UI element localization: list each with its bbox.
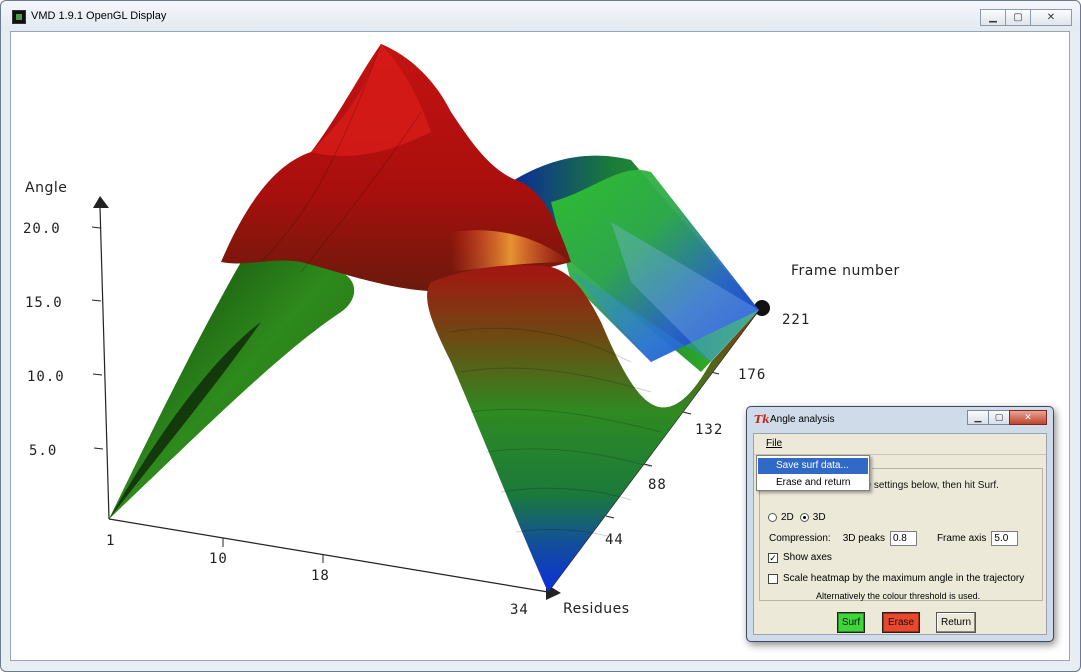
maximize-button[interactable]: ▢ xyxy=(1005,9,1031,26)
z-tick-label: 88 xyxy=(648,477,667,493)
vmd-window-controls: ▁ ▢ ✕ xyxy=(980,9,1072,26)
vmd-titlebar[interactable]: VMD 1.9.1 OpenGL Display ▁ ▢ ✕ xyxy=(1,1,1080,31)
surf-button[interactable]: Surf xyxy=(837,612,865,633)
peaks-label: 3D peaks xyxy=(842,533,885,544)
show-axes-label: Show axes xyxy=(783,552,832,563)
dialog-maximize-button[interactable]: ▢ xyxy=(988,410,1010,425)
radio-3d[interactable] xyxy=(799,513,809,522)
z-tick-label: 221 xyxy=(782,312,810,328)
maximize-icon: ▢ xyxy=(994,412,1004,423)
maximize-icon: ▢ xyxy=(1013,11,1023,23)
y-tick-label: 20.0 xyxy=(23,221,61,237)
mode-radio-row: 2D 3D xyxy=(768,512,826,523)
compression-label: Compression: xyxy=(769,533,831,544)
surface-mesh xyxy=(109,43,759,592)
minimize-icon: ▁ xyxy=(974,412,982,423)
vmd-app-icon xyxy=(12,10,26,24)
show-axes-row: ✓ Show axes xyxy=(768,552,832,563)
angle-analysis-dialog: Tk Angle analysis ▁ ▢ ✕ File s Please ch… xyxy=(746,406,1054,642)
scale-heatmap-checkbox[interactable] xyxy=(768,573,778,584)
y-axis-title: Angle xyxy=(25,180,67,196)
x-tick-label: 18 xyxy=(311,568,330,584)
dialog-title: Angle analysis xyxy=(770,414,835,425)
z-tick-label: 132 xyxy=(695,422,723,438)
radio-2d[interactable] xyxy=(768,513,777,522)
x-tick-label: 1 xyxy=(106,533,115,549)
dialog-window-controls: ▁ ▢ ✕ xyxy=(967,410,1047,425)
vmd-window-title: VMD 1.9.1 OpenGL Display xyxy=(31,10,167,22)
menu-item-save-surf-data[interactable]: Save surf data... xyxy=(758,458,868,474)
show-axes-checkbox[interactable]: ✓ xyxy=(768,552,778,563)
close-button[interactable]: ✕ xyxy=(1030,9,1072,26)
minimize-button[interactable]: ▁ xyxy=(980,9,1006,26)
scale-heatmap-label: Scale heatmap by the maximum angle in th… xyxy=(783,573,1025,584)
tk-feather-icon: Tk xyxy=(754,413,770,426)
y-axis-line xyxy=(99,206,110,520)
scale-heatmap-row: Scale heatmap by the maximum angle in th… xyxy=(768,573,1024,584)
dialog-close-button[interactable]: ✕ xyxy=(1009,410,1047,425)
threshold-note-row: Alternatively the colour threshold is us… xyxy=(816,591,980,601)
menu-item-erase-and-return[interactable]: Erase and return xyxy=(758,475,868,491)
return-button[interactable]: Return xyxy=(936,612,976,633)
z-tick-label: 44 xyxy=(605,532,624,548)
y-tick-label: 5.0 xyxy=(29,443,57,459)
frame-axis-input[interactable]: 5.0 xyxy=(991,531,1019,546)
z-tick-label: 176 xyxy=(738,367,766,383)
x-axis-title: Residues xyxy=(563,601,630,617)
x-tick-label: 10 xyxy=(209,551,228,567)
compression-row: Compression: 3D peaks 0.8 Frame axis 5.0 xyxy=(769,531,1019,546)
erase-button[interactable]: Erase xyxy=(882,612,920,633)
radio-2d-label: 2D xyxy=(781,512,794,523)
radio-3d-label: 3D xyxy=(812,512,826,523)
close-icon: ✕ xyxy=(1046,11,1056,23)
close-icon: ✕ xyxy=(1024,412,1032,423)
frame-axis-label: Frame axis xyxy=(936,533,987,544)
file-dropdown-menu: Save surf data... Erase and return xyxy=(756,455,870,491)
z-axis-title: Frame number xyxy=(791,263,900,279)
y-tick-label: 15.0 xyxy=(25,295,63,311)
threshold-note: Alternatively the colour threshold is us… xyxy=(816,591,981,601)
y-axis-arrow-icon xyxy=(93,196,109,208)
minimize-icon: ▁ xyxy=(989,11,997,23)
dialog-minimize-button[interactable]: ▁ xyxy=(967,410,989,425)
dialog-menubar: File xyxy=(754,434,1046,455)
y-tick-label: 10.0 xyxy=(27,369,65,385)
dialog-titlebar[interactable]: Tk Angle analysis ▁ ▢ ✕ xyxy=(747,407,1053,433)
peaks-input[interactable]: 0.8 xyxy=(889,531,917,546)
x-tick-label: 34 xyxy=(510,602,529,618)
menu-file[interactable]: File xyxy=(766,438,782,449)
